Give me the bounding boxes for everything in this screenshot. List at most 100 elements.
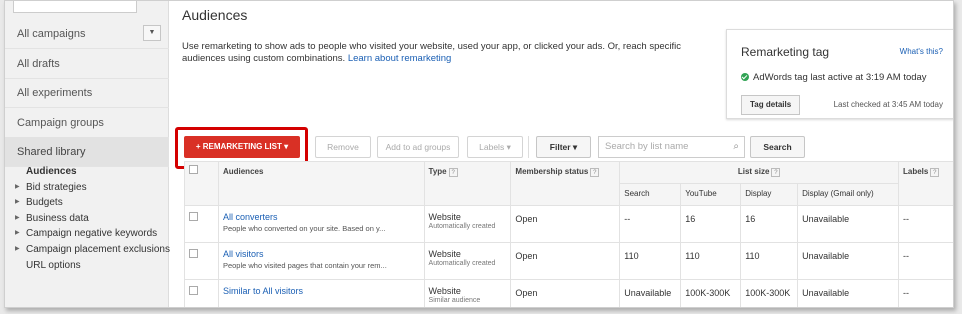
add-to-ad-groups-button[interactable]: Add to ad groups <box>377 136 459 158</box>
expand-arrow-icon[interactable]: ▶ <box>15 180 20 196</box>
search-placeholder: Search by list name <box>605 141 689 152</box>
sidebar-sub-item-bid-strategies[interactable]: ▶ Bid strategies <box>5 180 169 196</box>
sidebar-sub-item-url-options[interactable]: URL options <box>5 258 169 274</box>
sidebar-item-shared-library[interactable]: Shared library <box>5 137 169 167</box>
gmail-size-cell: Unavailable <box>797 242 899 280</box>
row-checkbox[interactable] <box>189 249 198 258</box>
youtube-size-header[interactable]: YouTube <box>680 183 742 206</box>
row-select-cell <box>184 242 219 280</box>
type-header[interactable]: Type? <box>423 161 512 206</box>
filter-dropdown[interactable]: Filter ▾ <box>536 136 591 158</box>
app-window: All campaigns ▼ All drafts All experimen… <box>4 0 954 308</box>
sidebar-item-all-experiments[interactable]: All experiments <box>5 78 169 108</box>
type-cell: Website Automatically created <box>423 205 512 243</box>
audience-name-link[interactable]: All visitors <box>223 249 420 259</box>
sidebar-sub-item-label: Budgets <box>26 197 63 209</box>
table-row: Similar to All visitors Website Similar a… <box>184 279 953 307</box>
tag-status-text: AdWords tag last active at 3:19 AM today <box>753 72 927 83</box>
sidebar-item-label: All drafts <box>17 58 60 70</box>
row-select-cell <box>184 279 219 307</box>
expand-arrow-icon[interactable]: ▶ <box>15 242 20 258</box>
membership-status-header[interactable]: Membership status? <box>510 161 621 206</box>
labels-cell: -- <box>898 279 953 307</box>
sidebar: All campaigns ▼ All drafts All experimen… <box>5 1 170 307</box>
sidebar-sub-item-business-data[interactable]: ▶ Business data <box>5 211 169 227</box>
gmail-size-header[interactable]: Display (Gmail only) <box>797 183 899 206</box>
sidebar-sub-item-campaign-placement-exclusions[interactable]: ▶ Campaign placement exclusions <box>5 242 170 258</box>
status-cell: Open <box>510 205 621 243</box>
gmail-size-cell: Unavailable <box>797 205 899 243</box>
youtube-size-cell: 16 <box>680 205 742 243</box>
tag-details-button[interactable]: Tag details <box>741 95 801 115</box>
intro-text: Use remarketing to show ads to people wh… <box>182 41 702 65</box>
sidebar-item-all-drafts[interactable]: All drafts <box>5 49 169 79</box>
search-size-cell: 110 <box>619 242 682 280</box>
select-all-cell <box>184 161 219 206</box>
toolbar-divider <box>528 136 529 158</box>
header-label: Type <box>428 167 447 176</box>
display-size-cell: 100K-300K <box>740 279 799 307</box>
type-cell: Website Automatically created <box>423 242 512 280</box>
display-size-cell: 16 <box>740 205 799 243</box>
search-input[interactable]: Search by list name ⌕ <box>598 136 745 158</box>
type-subtext: Similar audience <box>428 297 481 304</box>
remarketing-tag-panel: Remarketing tag What's this? AdWords tag… <box>726 29 953 119</box>
audience-name-link[interactable]: Similar to All visitors <box>223 286 420 296</box>
expand-arrow-icon[interactable]: ▶ <box>15 226 20 242</box>
table-row: All converters People who converted on yo… <box>184 205 953 243</box>
audiences-header[interactable]: Audiences <box>217 161 425 206</box>
select-all-checkbox[interactable] <box>189 165 198 174</box>
labels-header[interactable]: Labels? <box>898 161 953 206</box>
youtube-size-cell: 100K-300K <box>680 279 742 307</box>
type-subtext: Automatically created <box>428 223 496 230</box>
audience-cell: All visitors People who visited pages tha… <box>217 242 425 280</box>
help-icon[interactable]: ? <box>590 168 600 177</box>
last-checked-text: Last checked at 3:45 AM today <box>833 100 943 109</box>
status-cell: Open <box>510 279 621 307</box>
tag-status: AdWords tag last active at 3:19 AM today <box>741 72 927 83</box>
sidebar-item-label: Campaign groups <box>17 117 104 129</box>
add-remarketing-list-button[interactable]: + REMARKETING LIST ▾ <box>184 136 300 158</box>
filter-label: Filter <box>549 142 571 152</box>
audience-description: People who visited pages that contain yo… <box>222 261 387 270</box>
sidebar-sub-item-budgets[interactable]: ▶ Budgets <box>5 195 169 211</box>
caret-down-icon: ▾ <box>281 142 289 151</box>
type-subtext: Automatically created <box>428 260 496 267</box>
learn-more-link[interactable]: Learn about remarketing <box>348 53 452 64</box>
help-icon[interactable]: ? <box>448 168 458 177</box>
row-checkbox[interactable] <box>189 286 198 295</box>
caret-down-icon: ▾ <box>504 142 511 152</box>
search-size-cell: Unavailable <box>619 279 682 307</box>
audience-name-link[interactable]: All converters <box>223 212 420 222</box>
sidebar-sub-item-label: Audiences <box>26 166 77 177</box>
header-label: Membership status <box>515 167 589 176</box>
expand-arrow-icon[interactable]: ▶ <box>15 195 20 211</box>
sidebar-search-input[interactable] <box>13 1 137 13</box>
sidebar-sub-item-campaign-negative-keywords[interactable]: ▶ Campaign negative keywords <box>5 226 169 242</box>
row-select-cell <box>184 205 219 243</box>
sidebar-item-all-campaigns[interactable]: All campaigns ▼ <box>5 19 169 49</box>
audience-cell: All converters People who converted on yo… <box>217 205 425 243</box>
sidebar-sub-item-audiences[interactable]: Audiences <box>5 164 169 180</box>
search-size-header[interactable]: Search <box>619 183 682 206</box>
search-size-cell: -- <box>619 205 682 243</box>
sidebar-sub-item-label: Business data <box>26 212 89 224</box>
sidebar-item-label: All campaigns <box>17 28 86 40</box>
check-circle-icon <box>741 73 749 81</box>
labels-dropdown[interactable]: Labels ▾ <box>467 136 523 158</box>
display-size-header[interactable]: Display <box>740 183 799 206</box>
sidebar-item-campaign-groups[interactable]: Campaign groups <box>5 108 169 138</box>
row-checkbox[interactable] <box>189 212 198 221</box>
chevron-down-icon[interactable]: ▼ <box>143 25 161 41</box>
help-icon[interactable]: ? <box>771 168 781 177</box>
search-button[interactable]: Search <box>750 136 805 158</box>
remove-button[interactable]: Remove <box>315 136 371 158</box>
whats-this-link[interactable]: What's this? <box>900 47 943 56</box>
labels-cell: -- <box>898 205 953 243</box>
shared-library-list: Audiences ▶ Bid strategies ▶ Budgets ▶ Busi… <box>5 164 170 274</box>
header-label: Labels <box>903 167 929 176</box>
help-icon[interactable]: ? <box>930 168 940 177</box>
expand-arrow-icon[interactable]: ▶ <box>15 211 20 227</box>
main-content: Audiences Use remarketing to show ads to… <box>170 1 953 307</box>
remarketing-list-label: REMARKETING LIST <box>202 142 282 151</box>
